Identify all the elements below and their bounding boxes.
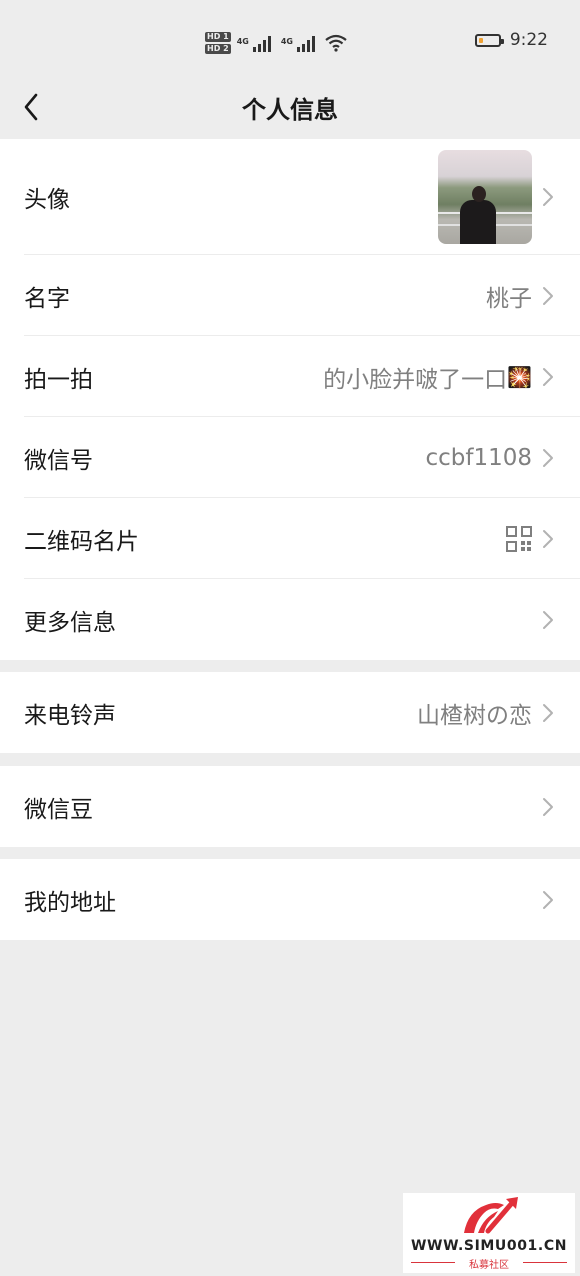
chevron-right-icon [543,448,553,467]
row-label: 我的地址 [24,889,116,916]
wifi-icon [325,34,347,52]
signal-icon [252,36,271,52]
wechat-beans-group: 微信豆 [0,766,580,847]
page-title: 个人信息 [242,96,338,124]
chevron-right-icon [543,610,553,629]
network-type-1: 4G [236,37,249,46]
firework-emoji: 🎇 [507,364,532,389]
watermark-logo-icon [464,1197,518,1234]
chevron-right-icon [543,286,553,305]
status-bar: HD 1 HD 2 4G 4G 9:22 [0,0,580,84]
watermark: WWW.SIMU001.CN 私募社区 [403,1193,575,1273]
clock: 9:22 [509,30,548,50]
avatar-image [438,150,532,244]
battery-level [478,37,483,43]
nav-bar: 个人信息 [0,84,580,138]
chevron-right-icon [543,529,553,548]
row-qr-card[interactable]: 二维码名片 [0,498,580,579]
watermark-rule-right [523,1262,567,1263]
row-label: 微信号 [24,447,93,474]
row-wechat-id[interactable]: 微信号 ccbf1108 [0,417,580,498]
row-value: 的小脸并啵了一口 [323,366,508,393]
row-label: 更多信息 [24,609,116,636]
ringtone-group: 来电铃声 山楂树の恋 [0,672,580,753]
row-label: 微信豆 [24,796,93,823]
row-my-address[interactable]: 我的地址 [0,859,580,940]
row-pat[interactable]: 拍一拍 的小脸并啵了一口 🎇 [0,336,580,417]
row-ringtone[interactable]: 来电铃声 山楂树の恋 [0,672,580,753]
profile-group: 头像 名字 桃子 拍一拍 的小脸并啵了一口 🎇 微信号 ccbf1108 二维码… [0,139,580,660]
chevron-right-icon [543,188,553,206]
row-name[interactable]: 名字 桃子 [0,255,580,336]
row-more-info[interactable]: 更多信息 [0,579,580,660]
row-label: 拍一拍 [24,366,93,393]
address-group: 我的地址 [0,859,580,940]
row-avatar[interactable]: 头像 [0,139,580,255]
network-type-2: 4G [280,37,293,46]
hd-badge-2: HD 2 [205,44,231,54]
watermark-subtitle: 私募社区 [469,1260,509,1271]
row-label: 二维码名片 [24,528,139,555]
signal-icon [296,36,315,52]
row-value: ccbf1108 [425,444,532,471]
row-value: 桃子 [486,285,532,312]
chevron-right-icon [543,703,553,722]
row-label: 名字 [24,285,70,312]
watermark-url: WWW.SIMU001.CN [410,1238,568,1254]
hd-indicators: HD 1 HD 2 [205,32,231,54]
qr-code-icon [506,525,532,552]
chevron-right-icon [543,797,553,816]
chevron-right-icon [543,367,553,386]
row-value: 山楂树の恋 [417,702,532,729]
row-label: 头像 [24,187,70,213]
row-label: 来电铃声 [24,702,116,729]
battery-icon [474,33,504,47]
hd-badge-1: HD 1 [205,32,231,42]
row-wechat-beans[interactable]: 微信豆 [0,766,580,847]
signal-sim-2: 4G [281,34,319,52]
chevron-right-icon [543,890,553,909]
signal-sim-1: 4G [237,34,275,52]
